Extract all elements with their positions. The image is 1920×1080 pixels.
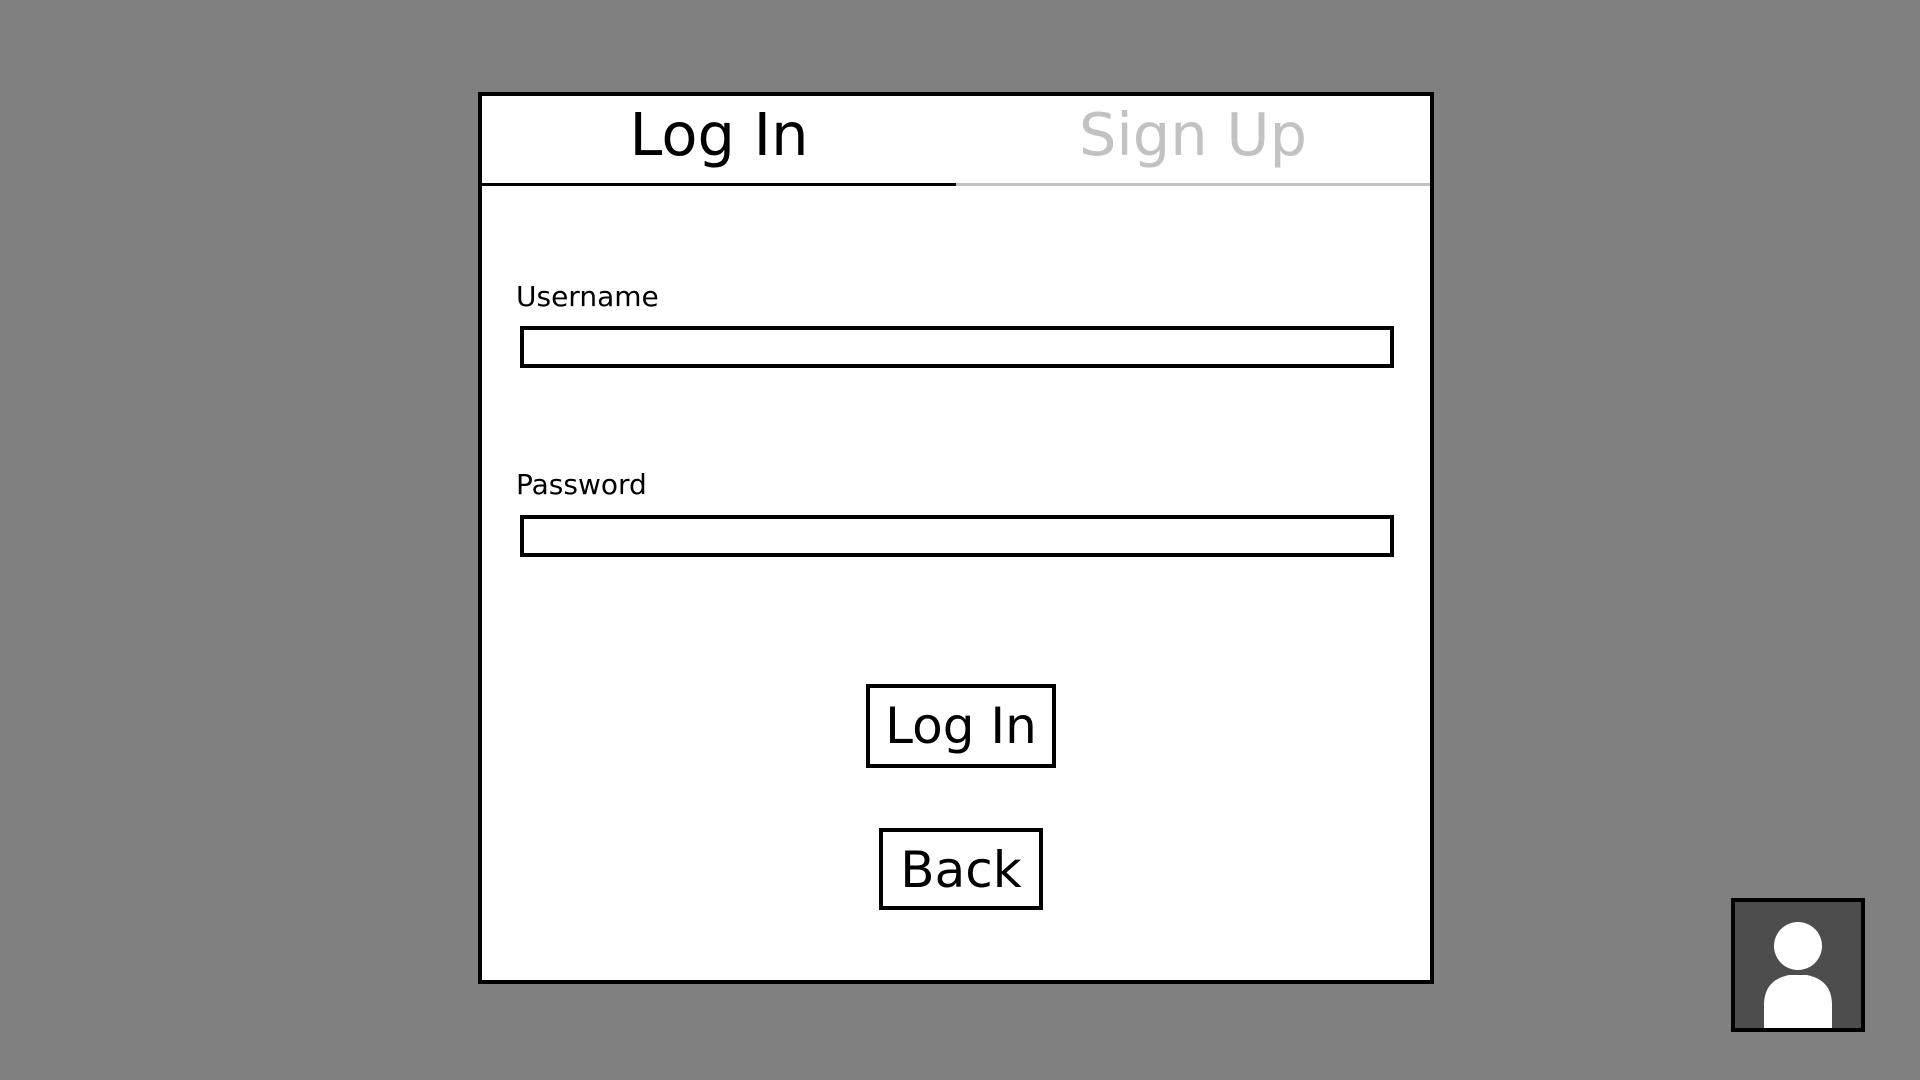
- login-dialog: Log In Sign Up Username Password Log In …: [478, 92, 1434, 984]
- password-input[interactable]: [520, 515, 1394, 557]
- username-label: Username: [516, 280, 659, 313]
- back-button[interactable]: Back: [879, 828, 1043, 910]
- tab-log-in[interactable]: Log In: [482, 96, 956, 186]
- user-avatar-icon: [1764, 922, 1832, 1028]
- screen: Log In Sign Up Username Password Log In …: [0, 0, 1920, 1080]
- log-in-button[interactable]: Log In: [866, 684, 1056, 768]
- password-label: Password: [516, 468, 647, 501]
- tab-sign-up[interactable]: Sign Up: [956, 96, 1430, 186]
- user-avatar-button[interactable]: [1731, 898, 1865, 1032]
- auth-tabs: Log In Sign Up: [482, 96, 1430, 186]
- username-input[interactable]: [520, 326, 1394, 368]
